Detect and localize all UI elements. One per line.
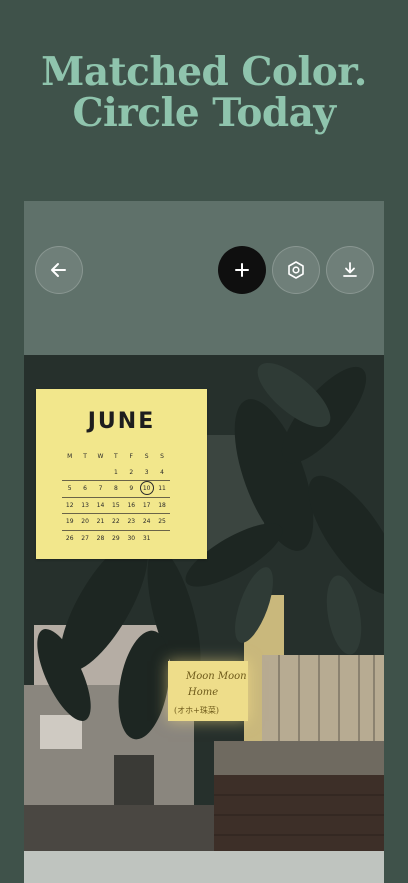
phone-preview: JUNE M T W T F S S 1 2 3 4 5 6 7 8 9 10 … (24, 201, 384, 883)
calendar-day: 7 (98, 485, 103, 493)
calendar-day: 6 (83, 485, 87, 493)
calendar-day: 27 (81, 534, 89, 542)
calendar-day: 19 (65, 518, 74, 526)
calendar-day: 14 (96, 501, 105, 509)
bottom-strip (24, 851, 384, 883)
calendar-day: 22 (112, 518, 120, 526)
hexagon-settings-icon (288, 261, 304, 279)
calendar-day: 29 (112, 534, 120, 542)
calendar-day: 23 (127, 518, 136, 526)
calendar-day: 26 (65, 534, 74, 542)
calendar-day: 24 (142, 518, 151, 526)
settings-button[interactable] (272, 246, 320, 294)
calendar-sticky-note: JUNE M T W T F S S 1 2 3 4 5 6 7 8 9 10 … (36, 389, 207, 559)
weekday-label: F (129, 453, 133, 461)
calendar-day: 21 (96, 518, 105, 526)
calendar-day: 20 (81, 518, 89, 526)
calendar-week-row: 12 13 14 15 16 17 18 (62, 498, 170, 514)
headline-line-1: Matched Color. (41, 49, 367, 95)
calendar-day: 11 (158, 485, 166, 493)
sign-text-line-1: Moon Moon (186, 671, 247, 682)
calendar-day: 18 (158, 501, 166, 509)
calendar-day: 8 (113, 485, 118, 493)
wallpaper-photo: JUNE M T W T F S S 1 2 3 4 5 6 7 8 9 10 … (24, 355, 384, 851)
calendar-day: 25 (158, 518, 166, 526)
calendar-day: 17 (142, 501, 151, 509)
headline: Matched Color. Circle Today (0, 52, 408, 134)
calendar-weekday-row: M T W T F S S (62, 449, 170, 465)
calendar-day: 3 (144, 468, 149, 476)
weekday-label: T (83, 453, 87, 461)
calendar-grid: M T W T F S S 1 2 3 4 5 6 7 8 9 10 11 12… (62, 449, 170, 546)
shop-sign: Moon Moon Home (オホ+珠菜) (168, 661, 248, 721)
weekday-label: S (160, 453, 164, 461)
calendar-day: 12 (65, 501, 74, 509)
weekday-label: M (67, 453, 73, 461)
calendar-day: 16 (127, 501, 136, 509)
calendar-month: JUNE (87, 409, 156, 434)
sign-text-line-3: (オホ+珠菜) (174, 706, 219, 715)
calendar-day: 4 (160, 468, 164, 476)
calendar-week-row: 19 20 21 22 23 24 25 (62, 514, 170, 531)
weekday-label: W (97, 453, 104, 461)
calendar-day-today: 10 (139, 481, 155, 496)
calendar-day: 28 (96, 534, 105, 542)
plus-icon (235, 263, 249, 277)
download-button[interactable] (326, 246, 374, 294)
back-button[interactable] (35, 246, 83, 294)
sign-text-line-2: Home (188, 687, 219, 698)
add-button[interactable] (218, 246, 266, 294)
weekday-label: T (114, 453, 118, 461)
calendar-week-row: 5 6 7 8 9 10 11 (62, 481, 170, 498)
download-icon (343, 262, 357, 277)
calendar-week-row: 26 27 28 29 30 31 (62, 531, 170, 547)
calendar-day: 1 (113, 468, 118, 476)
calendar-day: 5 (67, 485, 72, 493)
calendar-day: 13 (81, 501, 89, 509)
headline-line-2: Circle Today (72, 90, 336, 136)
arrow-left-icon (51, 263, 66, 277)
calendar-day: 2 (129, 468, 134, 476)
calendar-week-row: 1 2 3 4 (62, 465, 170, 481)
calendar-day: 9 (129, 485, 134, 493)
calendar-day: 15 (112, 501, 120, 509)
weekday-label: S (144, 453, 149, 461)
calendar-day: 31 (142, 534, 151, 542)
calendar-day: 30 (127, 534, 136, 542)
